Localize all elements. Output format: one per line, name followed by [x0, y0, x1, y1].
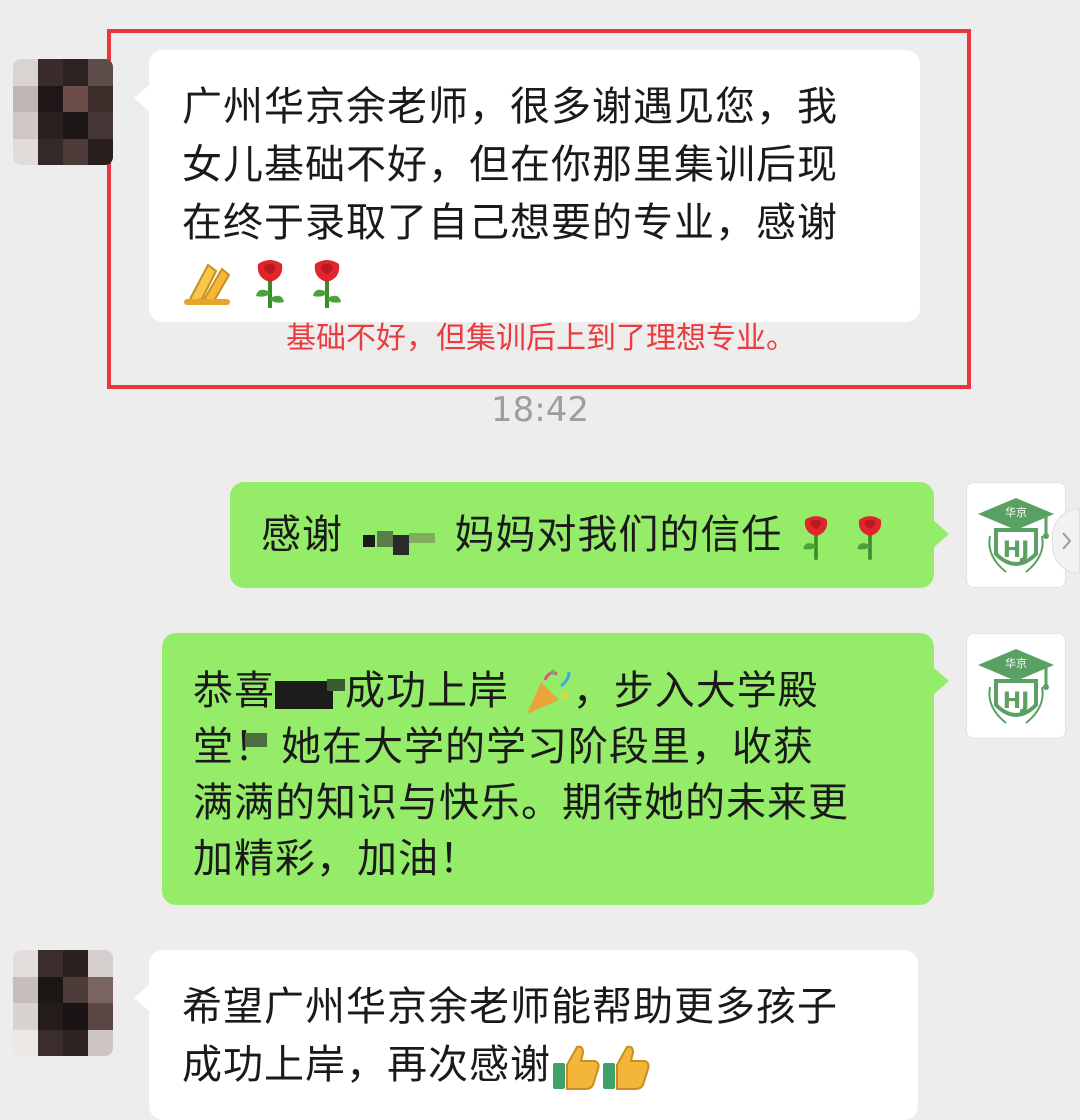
graduation-cap-shield-logo: 华京 HJ — [978, 498, 1054, 573]
message-3-line-1-suffix: ，步入大学殿 — [572, 668, 819, 714]
parent-avatar[interactable] — [13, 59, 113, 165]
message-bubble-1[interactable]: 广州华京余老师，很多谢遇见您，我 女儿基础不好，但在你那里集训后现 在终于录取了… — [134, 50, 920, 322]
redacted-name — [357, 517, 441, 557]
message-bubble-2[interactable]: 感谢 妈妈对我们的信任 — [230, 482, 949, 588]
message-4-line-1: 希望广州华京余老师能帮助更多孩子 — [182, 984, 838, 1030]
graduation-cap-shield-logo: 华京 HJ — [978, 649, 1054, 724]
bubble-tail — [134, 984, 150, 1012]
logo-text: 华京 — [1005, 505, 1027, 519]
parent-avatar[interactable] — [13, 950, 113, 1056]
logo-text: 华京 — [1005, 656, 1027, 670]
scroll-handle[interactable] — [1052, 508, 1080, 574]
message-bubble-4[interactable]: 希望广州华京余老师能帮助更多孩子 成功上岸，再次感谢 — [134, 950, 918, 1120]
bubble-tail — [933, 667, 949, 695]
rose-emoji — [313, 260, 342, 308]
message-1-line-1: 广州华京余老师，很多谢遇见您，我 — [182, 84, 838, 130]
message-3-line-4: 加精彩，加油！ — [193, 836, 480, 882]
message-2-prefix: 感谢 — [261, 512, 343, 558]
chevron-right-icon — [1062, 532, 1072, 550]
redacted-mark — [245, 729, 281, 769]
message-3-line-2-rest: 她在大学的学习阶段里，收获 — [281, 724, 814, 770]
message-3-line-1-mid: 成功上岸 — [345, 668, 509, 714]
school-avatar[interactable]: 华京 HJ — [966, 482, 1066, 588]
bubble-tail — [134, 84, 150, 112]
message-bubble-3[interactable]: 恭喜 成功上岸 ，步入大学殿 堂！ 她在大学的学习阶段里，收获 满满的知识与快乐… — [162, 633, 949, 905]
logo-monogram: HJ — [1003, 689, 1030, 714]
message-2-suffix: 妈妈对我们的信任 — [454, 512, 783, 558]
thumbs-up-emoji — [603, 1045, 650, 1090]
party-popper-emoji — [526, 669, 571, 714]
message-3-line-3: 满满的知识与快乐。期待她的未来更 — [193, 780, 849, 826]
thumbs-up-emoji — [553, 1045, 600, 1090]
message-1-line-2: 女儿基础不好，但在你那里集训后现 — [182, 142, 838, 188]
message-3-line-1-prefix: 恭喜 — [193, 668, 275, 714]
folded-hands-emoji — [184, 263, 231, 305]
timestamp: 18:42 — [491, 390, 589, 430]
bubble-tail — [933, 520, 949, 548]
rose-emoji — [803, 516, 828, 560]
message-3-line-2-first: 堂！ — [193, 724, 275, 770]
redacted-name — [275, 673, 345, 713]
message-1-line-3: 在终于录取了自己想要的专业，感谢 — [182, 200, 838, 246]
rose-emoji — [255, 260, 284, 308]
rose-emoji — [857, 516, 882, 560]
logo-monogram: HJ — [1003, 538, 1030, 563]
message-4-line-2: 成功上岸，再次感谢 — [182, 1042, 551, 1088]
school-avatar[interactable]: 华京 HJ — [966, 633, 1066, 739]
